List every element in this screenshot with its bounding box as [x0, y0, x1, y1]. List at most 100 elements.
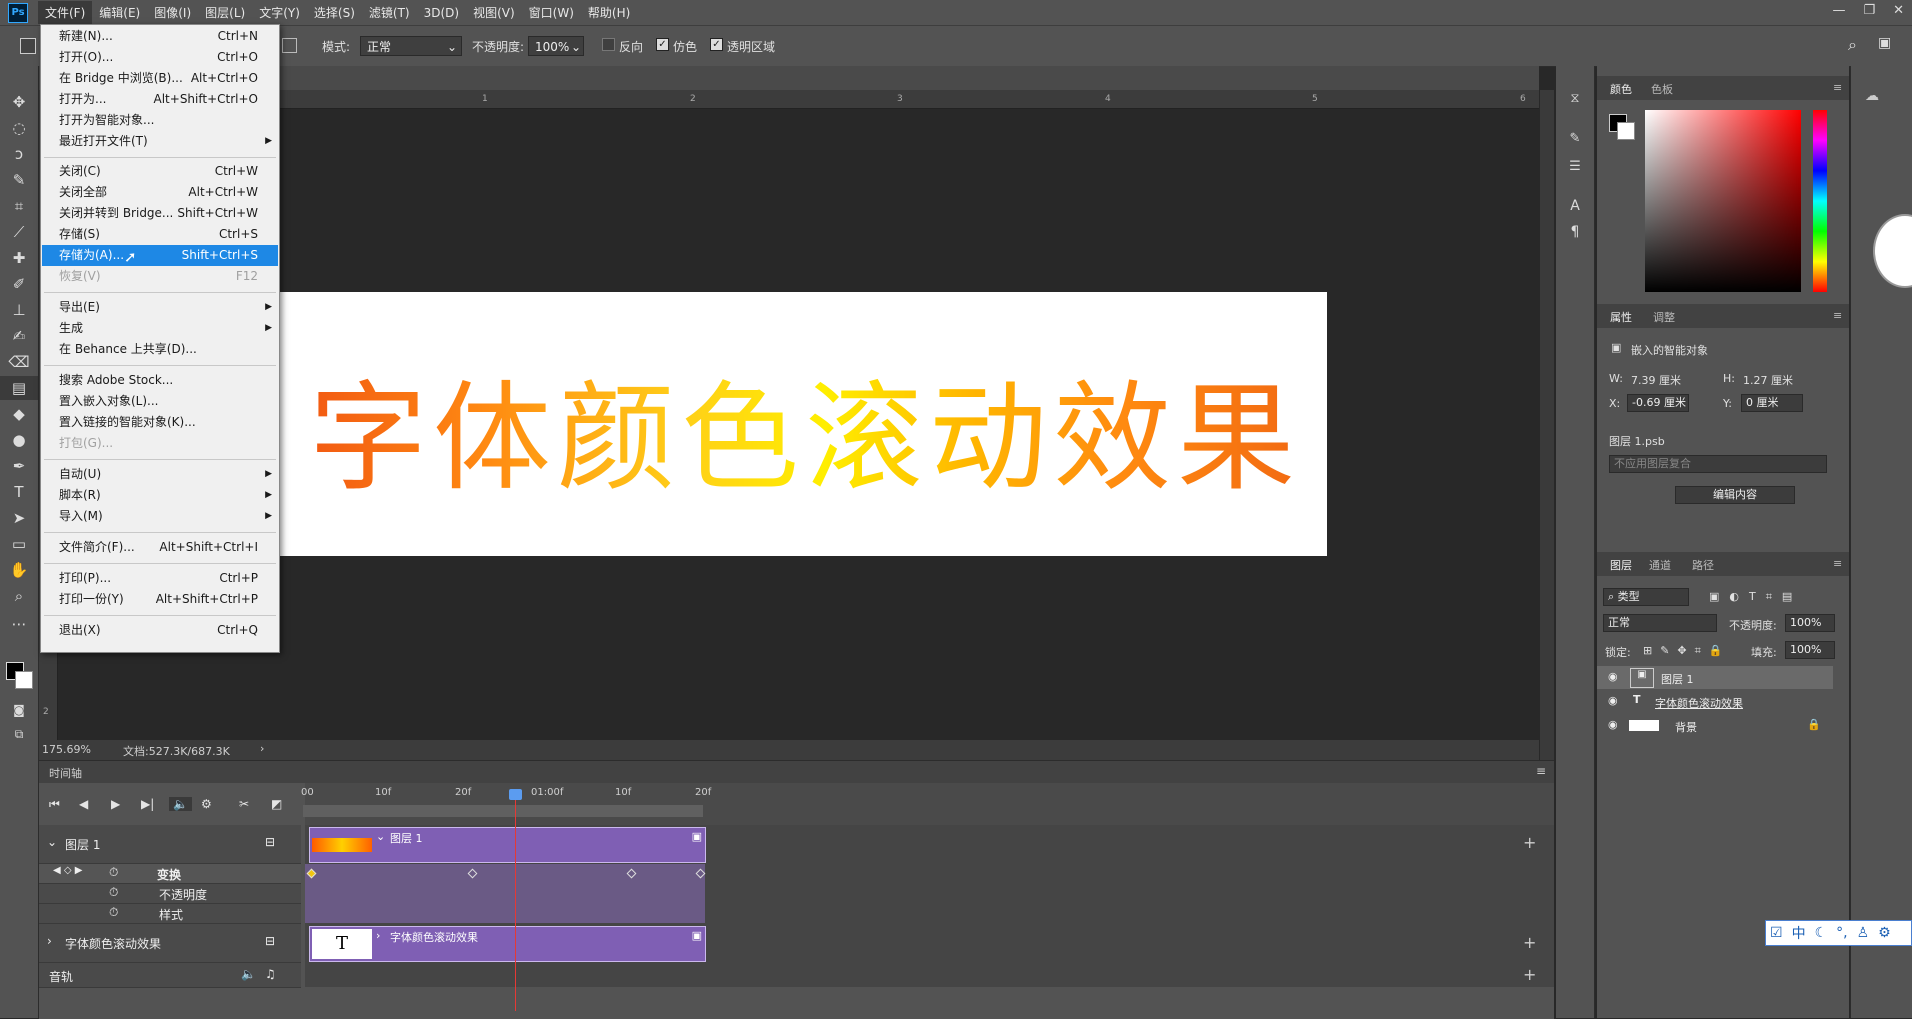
stopwatch-icon[interactable]: ⏱	[109, 885, 118, 900]
blend-mode-select[interactable]: 正常	[1603, 614, 1717, 632]
stopwatch-icon[interactable]: ⏱	[109, 905, 118, 920]
menu-item-browse-bridge[interactable]: 在 Bridge 中浏览(B)... Alt+Ctrl+O	[42, 68, 278, 89]
chevron-down-icon[interactable]: ⌄	[47, 835, 57, 849]
keyframe-nav-icon[interactable]: ◀ ◇ ▶	[53, 865, 82, 876]
ime-logo-icon[interactable]: ☑	[1770, 925, 1783, 941]
layer-comp-select[interactable]: 不应用图层复合	[1609, 455, 1827, 473]
history-brush-tool-icon[interactable]: ✍	[0, 324, 38, 348]
menu-item-scripts[interactable]: 脚本(R) ▶	[42, 485, 278, 506]
tab-layers[interactable]: 图层	[1610, 557, 1632, 573]
menu-select[interactable]: 选择(S)	[307, 1, 362, 24]
quick-select-tool-icon[interactable]: ✎	[0, 168, 38, 192]
color-field[interactable]	[1645, 110, 1845, 292]
add-audio-icon[interactable]: +	[1523, 965, 1536, 984]
workspace-icon[interactable]: ▣	[1878, 35, 1891, 51]
paragraph-panel-icon[interactable]: ¶	[1556, 220, 1594, 244]
dither-checkbox[interactable]: ✓	[656, 38, 669, 51]
zoom-tool-icon[interactable]: ⌕	[0, 584, 38, 608]
property-row-opacity[interactable]: ⏱ 不透明度	[39, 884, 301, 904]
user-icon[interactable]: ♙	[1857, 925, 1870, 941]
pen-tool-icon[interactable]: ✒	[0, 454, 38, 478]
hue-slider[interactable]	[1813, 110, 1827, 292]
fill-input[interactable]: 100%	[1785, 641, 1835, 659]
menu-edit[interactable]: 编辑(E)	[92, 1, 147, 24]
panel-menu-icon[interactable]: ≡	[1536, 764, 1546, 778]
menu-item-export[interactable]: 导出(E) ▶	[42, 297, 278, 318]
clip-text[interactable]: T › 字体颜色滚动效果 ▣	[309, 926, 706, 962]
tab-swatches[interactable]: 色板	[1651, 81, 1673, 97]
film-icon[interactable]: ⊟	[265, 835, 275, 849]
menu-3d[interactable]: 3D(D)	[417, 3, 466, 23]
adjustments-panel-icon[interactable]: ☰	[1556, 154, 1594, 178]
menu-item-recent-files[interactable]: 最近打开文件(T) ▶	[42, 131, 278, 152]
tab-paths[interactable]: 路径	[1692, 557, 1714, 573]
layer-row-background[interactable]: ◉ 背景 🔒	[1597, 714, 1833, 737]
search-icon[interactable]: ⌕	[1848, 35, 1857, 55]
tab-channels[interactable]: 通道	[1649, 557, 1671, 573]
height-value[interactable]: 1.27 厘米	[1743, 372, 1793, 388]
dodge-tool-icon[interactable]: ●	[0, 428, 38, 452]
eye-icon[interactable]: ◉	[1608, 718, 1618, 731]
clip-end-icon[interactable]: ▣	[692, 929, 702, 942]
gradient-type-icon[interactable]	[282, 38, 297, 53]
menu-window[interactable]: 窗口(W)	[522, 1, 581, 24]
menu-item-file-info[interactable]: 文件简介(F)... Alt+Shift+Ctrl+I	[42, 537, 278, 558]
menu-layer[interactable]: 图层(L)	[198, 1, 252, 24]
layer-filter-select[interactable]: ⌕ 类型	[1603, 588, 1689, 606]
color-background-swatch[interactable]	[1617, 122, 1635, 140]
menu-item-close-go-bridge[interactable]: 关闭并转到 Bridge... Shift+Ctrl+W	[42, 203, 278, 224]
panel-menu-icon[interactable]: ≡	[1833, 557, 1842, 570]
eraser-tool-icon[interactable]: ⌫	[0, 350, 38, 374]
blur-tool-icon[interactable]: ◆	[0, 402, 38, 426]
panel-menu-icon[interactable]: ≡	[1833, 309, 1842, 322]
lock-icons[interactable]: ⊞✎✥⌗🔒	[1643, 644, 1731, 658]
type-tool-icon[interactable]: T	[0, 480, 38, 504]
menu-item-exit[interactable]: 退出(X) Ctrl+Q	[42, 620, 278, 641]
menu-item-open[interactable]: 打开(O)... Ctrl+O	[42, 47, 278, 68]
background-color-swatch[interactable]	[15, 671, 33, 689]
playhead-handle[interactable]	[509, 789, 522, 800]
chevron-right-icon[interactable]: ›	[260, 742, 264, 755]
reverse-checkbox[interactable]	[602, 38, 615, 51]
moon-icon[interactable]: ☾	[1815, 925, 1828, 941]
menu-item-search-stock[interactable]: 搜索 Adobe Stock...	[42, 370, 278, 391]
track-header-text[interactable]: › 字体颜色滚动效果 ⊟	[39, 924, 301, 963]
opacity-input[interactable]: 100% ⌄	[528, 36, 584, 56]
layer-row-text[interactable]: ◉ T 字体颜色滚动效果	[1597, 690, 1833, 713]
shape-tool-icon[interactable]: ▭	[0, 532, 38, 556]
canvas-scrollbar[interactable]	[1540, 90, 1554, 760]
transition-icon[interactable]: ◩	[271, 797, 282, 811]
menu-item-close[interactable]: 关闭(C) Ctrl+W	[42, 161, 278, 182]
clip-layer1[interactable]: ⌄ 图层 1 ▣	[309, 827, 706, 863]
minimize-icon[interactable]: —	[1832, 3, 1845, 18]
clip-end-icon[interactable]: ▣	[692, 830, 702, 843]
menu-item-print[interactable]: 打印(P)... Ctrl+P	[42, 568, 278, 589]
menu-item-save-as[interactable]: 存储为(A)... Shift+Ctrl+S ➚	[42, 245, 278, 266]
speaker-icon[interactable]: 🔈	[241, 967, 256, 981]
tab-properties[interactable]: 属性	[1610, 309, 1632, 325]
menu-image[interactable]: 图像(I)	[147, 1, 198, 24]
menu-file[interactable]: 文件(F)	[38, 1, 93, 24]
libraries-icon[interactable]: ☁	[1865, 88, 1879, 104]
stopwatch-icon[interactable]: ⏱	[109, 865, 118, 880]
menu-item-import[interactable]: 导入(M) ▶	[42, 506, 278, 527]
tab-color[interactable]: 颜色	[1610, 81, 1632, 97]
gradient-tool-preset-icon[interactable]	[20, 38, 36, 54]
gear-icon[interactable]: ⚙	[1878, 925, 1891, 941]
time-ruler[interactable]: 00 10f 20f 01:00f 10f 20f	[301, 783, 1554, 825]
menu-item-new[interactable]: 新建(N)... Ctrl+N	[42, 26, 278, 47]
hand-tool-icon[interactable]: ✋	[0, 558, 38, 582]
punctuation-icon[interactable]: °,	[1836, 925, 1847, 941]
prev-frame-icon[interactable]: ◀	[79, 797, 88, 811]
lasso-tool-icon[interactable]: ↄ	[0, 142, 38, 166]
menu-item-share-behance[interactable]: 在 Behance 上共享(D)...	[42, 339, 278, 360]
menu-item-place-linked[interactable]: 置入链接的智能对象(K)...	[42, 412, 278, 433]
stamp-tool-icon[interactable]: ⊥	[0, 298, 38, 322]
floating-assistant-icon[interactable]	[1873, 214, 1912, 288]
ime-mode[interactable]: 中	[1792, 923, 1806, 943]
eyedropper-tool-icon[interactable]: ⟋	[0, 220, 38, 244]
menu-item-generate[interactable]: 生成 ▶	[42, 318, 278, 339]
tab-adjustments[interactable]: 调整	[1653, 309, 1675, 325]
menu-item-save[interactable]: 存储(S) Ctrl+S	[42, 224, 278, 245]
menu-item-automate[interactable]: 自动(U) ▶	[42, 464, 278, 485]
